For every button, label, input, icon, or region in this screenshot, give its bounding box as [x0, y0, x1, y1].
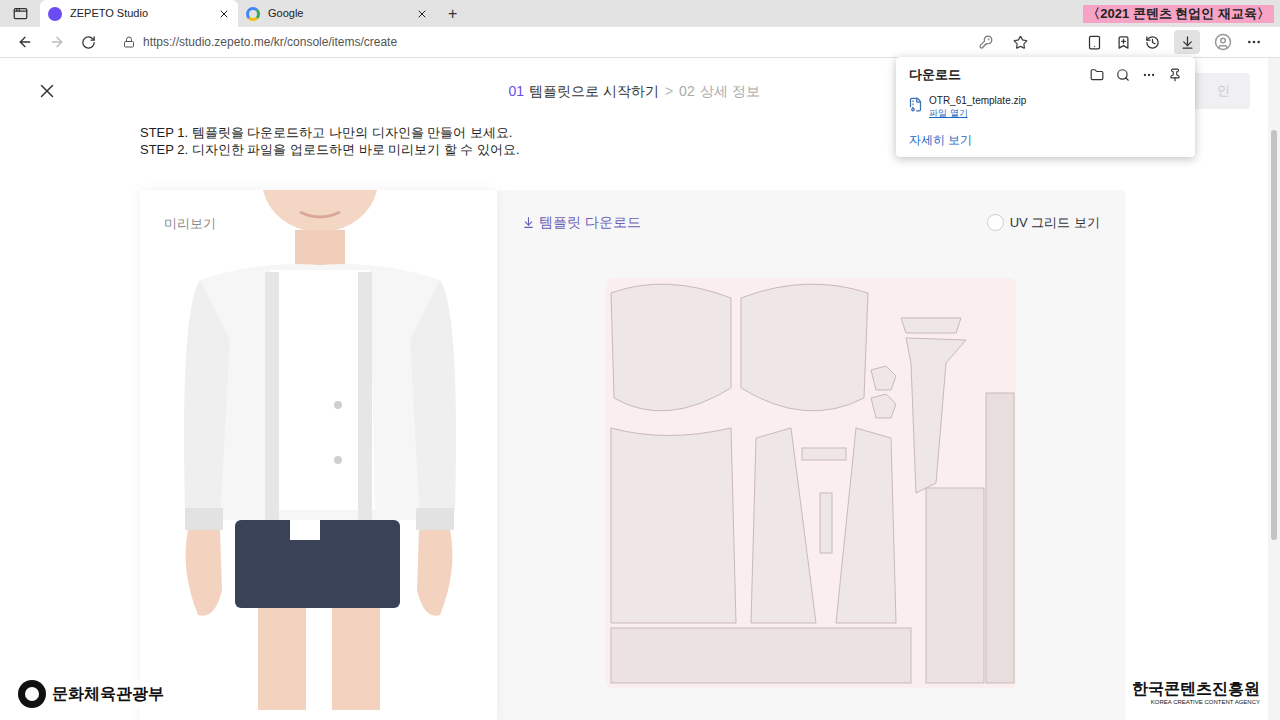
new-tab-button[interactable]: +: [436, 0, 469, 27]
see-more-link[interactable]: 자세히 보기: [896, 123, 1195, 149]
more-icon[interactable]: [1246, 34, 1262, 50]
zepeto-icon: [48, 7, 62, 21]
downloads-button[interactable]: [1174, 30, 1200, 54]
avatar-preview[interactable]: [140, 190, 497, 710]
more-icon[interactable]: [1142, 68, 1156, 82]
download-item[interactable]: OTR_61_template.zip파일 열기: [896, 91, 1195, 123]
close-tab-icon[interactable]: [218, 8, 230, 20]
refresh-icon[interactable]: [81, 35, 96, 50]
key-icon[interactable]: [979, 35, 993, 49]
course-badge: 〈2021 콘텐츠 현업인 재교육〉: [1083, 5, 1274, 23]
favorites-icon[interactable]: [1116, 35, 1131, 50]
forward-icon[interactable]: [49, 34, 65, 50]
search-icon[interactable]: [1116, 68, 1130, 82]
zip-file-icon: [908, 97, 923, 112]
browser-window: ZEPETO StudioGoogle+ 〈2021 콘텐츠 현업인 재교육〉 ht…: [0, 0, 1280, 720]
uv-grid-toggle[interactable]: UV 그리드 보기: [987, 213, 1100, 233]
breadcrumb: 01템플릿으로 시작하기>02상세 정보: [508, 81, 759, 102]
editor-panels: 미리보기템플릿 다운로드 UV 그리드 보기: [140, 190, 1125, 720]
folder-icon[interactable]: [1090, 68, 1104, 82]
ministry-logo: 문화체육관광부: [18, 680, 168, 708]
taegeuk-icon: [18, 680, 46, 708]
google-icon: [246, 7, 260, 21]
breadcrumb-step: 02상세 정보: [679, 81, 759, 102]
open-file-link[interactable]: 파일 열기: [929, 107, 1026, 119]
breadcrumb-step: 01템플릿으로 시작하기: [508, 81, 658, 102]
lock-icon: [123, 36, 135, 48]
profile-icon[interactable]: [1214, 33, 1232, 51]
pin-icon[interactable]: [1168, 68, 1182, 82]
downloads-popup: 다운로드OTR_61_template.zip파일 열기자세히 보기: [896, 57, 1195, 157]
preview-label: 미리보기: [140, 190, 497, 234]
scrollbar[interactable]: [1268, 58, 1280, 720]
page-content: 01템플릿으로 시작하기>02상세 정보인STEP 1. 템플릿을 다운로드하고…: [0, 58, 1268, 720]
download-icon: [1180, 35, 1195, 50]
close-icon[interactable]: [36, 80, 58, 102]
tab-strip: ZEPETO StudioGoogle+ 〈2021 콘텐츠 현업인 재교육〉: [0, 0, 1280, 27]
browser-tab[interactable]: ZEPETO Studio: [40, 0, 238, 27]
browser-tab[interactable]: Google: [238, 0, 436, 27]
tab-actions-icon[interactable]: [13, 6, 28, 21]
back-icon[interactable]: [17, 34, 33, 50]
address-bar[interactable]: https://studio.zepeto.me/kr/console/item…: [113, 30, 1038, 54]
agency-logo: 한국콘텐츠진흥원KOREA CREATIVE CONTENT AGENCY: [1128, 679, 1264, 706]
uv-texture: [606, 278, 1016, 688]
toolbar: https://studio.zepeto.me/kr/console/item…: [0, 27, 1280, 58]
template-panel: 템플릿 다운로드 UV 그리드 보기: [497, 190, 1125, 720]
history-icon[interactable]: [1145, 35, 1160, 50]
close-tab-icon[interactable]: [416, 8, 428, 20]
favorite-icon[interactable]: [1013, 35, 1028, 50]
preview-panel: 미리보기: [140, 190, 497, 720]
template-download-link[interactable]: 템플릿 다운로드: [522, 212, 641, 233]
immersive-reader-icon[interactable]: [1087, 35, 1102, 50]
download-icon: [522, 216, 535, 229]
